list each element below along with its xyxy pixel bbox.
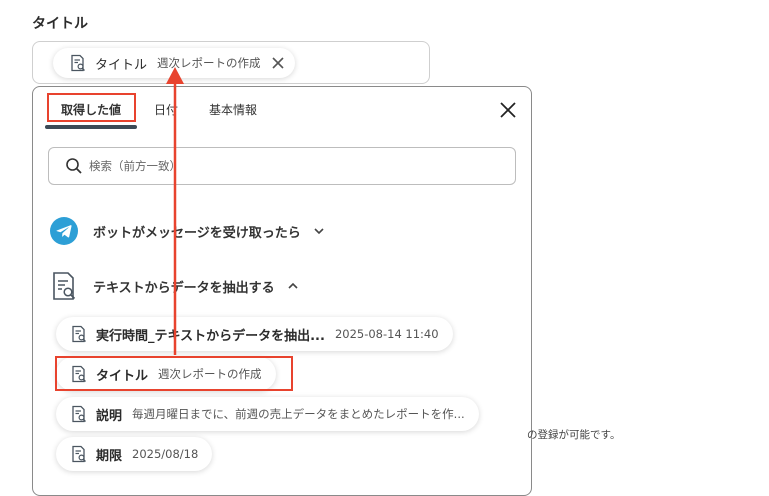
chevron-down-icon (314, 228, 324, 235)
document-search-icon (53, 272, 76, 300)
tab-date[interactable]: 日付 (154, 101, 178, 118)
highlight-box-chip (55, 356, 293, 391)
selected-chip-value: 週次レポートの作成 (157, 56, 261, 70)
tab-basic-info[interactable]: 基本情報 (209, 101, 257, 118)
document-search-icon (71, 54, 85, 72)
search-box (48, 147, 516, 185)
section-extract-text[interactable]: テキストからデータを抽出する (50, 271, 299, 301)
chevron-up-icon (288, 282, 298, 289)
search-input[interactable] (89, 159, 469, 173)
document-search-icon (72, 445, 86, 463)
section-label: ボットがメッセージを受け取ったら (93, 225, 301, 241)
document-search-icon (72, 405, 86, 423)
title-field-label: タイトル (32, 16, 88, 32)
section-label: テキストからデータを抽出する (93, 280, 275, 296)
search-icon (66, 158, 82, 174)
highlight-box-tab (47, 93, 136, 122)
active-tab-indicator (45, 125, 137, 129)
close-icon[interactable] (499, 101, 517, 119)
chip-name: 期限 (96, 448, 123, 464)
value-picker-dropdown: 取得した値 日付 基本情報 ボットがメッセージを受け取ったら (32, 86, 532, 496)
chip-value: 2025/08/18 (132, 447, 199, 461)
selected-chip-name: タイトル (95, 57, 148, 73)
section-bot-trigger[interactable]: ボットがメッセージを受け取ったら (50, 217, 325, 245)
chip-name: 実行時間_テキストからデータを抽出... (96, 328, 325, 344)
chip-value: 2025-08-14 11:40 (334, 327, 439, 341)
chip-value: 毎週月曜日までに、前週の売上データをまとめたレポートを作... (132, 407, 465, 421)
document-search-icon (72, 325, 86, 343)
chip-name: 説明 (96, 408, 123, 424)
background-hint-text: の登録が可能です。 (527, 429, 621, 441)
selected-value-chip[interactable]: タイトル 週次レポートの作成 (53, 48, 295, 78)
telegram-icon (50, 217, 78, 245)
value-chip-deadline[interactable]: 期限 2025/08/18 (56, 437, 213, 471)
value-chip-description[interactable]: 説明 毎週月曜日までに、前週の売上データをまとめたレポートを作... (56, 397, 479, 431)
value-chip-execution-time[interactable]: 実行時間_テキストからデータを抽出... 2025-08-14 11:40 (56, 317, 453, 351)
close-icon[interactable] (271, 56, 285, 70)
